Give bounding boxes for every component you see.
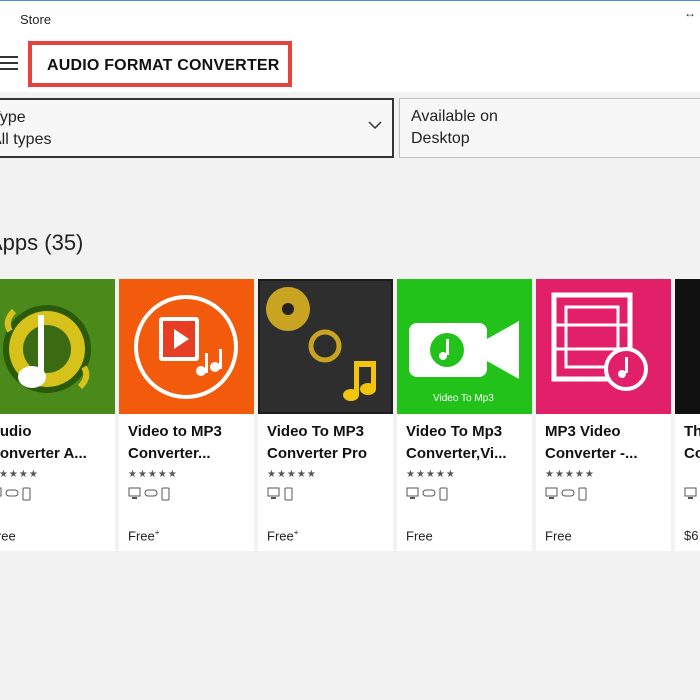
app-tile-image [0, 279, 115, 414]
available-filter-value: Desktop [411, 130, 470, 147]
search-query-box[interactable]: AUDIO FORMAT CONVERTER [28, 41, 292, 87]
rating-stars: ★★★★★ [406, 469, 456, 480]
type-filter-value: All types [0, 131, 52, 148]
rating-stars: ★★★★★ [128, 469, 178, 480]
header-bar: AUDIO FORMAT CONVERTER [0, 36, 700, 92]
device-icons [0, 487, 31, 501]
film-strip-music-icon [551, 292, 648, 391]
app-card[interactable]: Th Co $6 [675, 279, 700, 551]
price-label: $6 [684, 528, 699, 543]
video-camera-icon: Video To Mp3 [409, 321, 519, 404]
device-icons [128, 487, 170, 501]
app-tile-image [258, 279, 393, 414]
app-name: Th [684, 423, 700, 440]
svg-text:Video To Mp3: Video To Mp3 [433, 393, 494, 404]
device-icons [406, 487, 448, 501]
app-card[interactable]: MP3 Video Converter -... ★★★★★ Free [536, 279, 671, 551]
search-query-text: AUDIO FORMAT CONVERTER [47, 57, 280, 74]
hamburger-menu-icon[interactable] [0, 56, 18, 70]
app-card[interactable]: Audio Converter A... ★★★★★ Free [0, 279, 115, 551]
app-card[interactable]: Video To Mp3 Video To Mp3 Converter,Vi..… [397, 279, 532, 551]
app-name: Video to MP3 [128, 423, 222, 440]
app-name-cont: Converter -... [545, 445, 638, 462]
price-label: Free [0, 528, 16, 544]
price-label: Free+ [267, 528, 299, 544]
app-name-cont: Converter A... [0, 445, 87, 462]
type-filter-dropdown[interactable]: Type All types [0, 98, 394, 158]
app-tile-image [536, 279, 671, 414]
app-name-cont: Converter,Vi... [406, 445, 507, 462]
price-label: Free [406, 528, 433, 544]
app-card[interactable]: Video To MP3 Converter Pro ★★★★★ Free+ [258, 279, 393, 551]
app-tile-image [675, 279, 700, 414]
window-title: Store [20, 12, 52, 27]
device-icons [545, 487, 587, 501]
price-label: Free [545, 528, 572, 544]
app-name-cont: Converter... [128, 445, 211, 462]
film-reel-music-icon [260, 281, 391, 412]
resize-icon[interactable]: ↔ [684, 6, 696, 20]
app-name: Video To Mp3 [406, 423, 503, 440]
apps-results-heading: Apps (35) [0, 230, 84, 255]
rating-stars: ★★★★★ [267, 469, 317, 480]
rating-stars: ★★★★★ [545, 469, 595, 480]
app-card[interactable]: Video to MP3 Converter... ★★★★★ Free+ [119, 279, 254, 551]
app-tile-image: Video To Mp3 [397, 279, 532, 414]
rating-stars: ★★★★★ [0, 469, 39, 480]
music-disc-icon [3, 305, 91, 393]
app-tile-image [119, 279, 254, 414]
available-filter-label: Available on [411, 108, 498, 125]
title-bar: Store ↔ [0, 0, 700, 36]
app-name: Audio [0, 423, 32, 440]
video-convert-icon [134, 295, 238, 399]
device-icons [267, 487, 293, 501]
price-label: Free+ [128, 528, 160, 544]
app-name-cont: Co [684, 445, 700, 462]
app-name: Video To MP3 [267, 423, 364, 440]
device-icons [684, 487, 697, 499]
chevron-down-icon [368, 121, 382, 130]
app-name-cont: Converter Pro [267, 445, 368, 462]
available-on-filter-dropdown[interactable]: Available on Desktop [399, 98, 700, 158]
app-name: MP3 Video [545, 423, 621, 440]
type-filter-label: Type [0, 109, 26, 126]
